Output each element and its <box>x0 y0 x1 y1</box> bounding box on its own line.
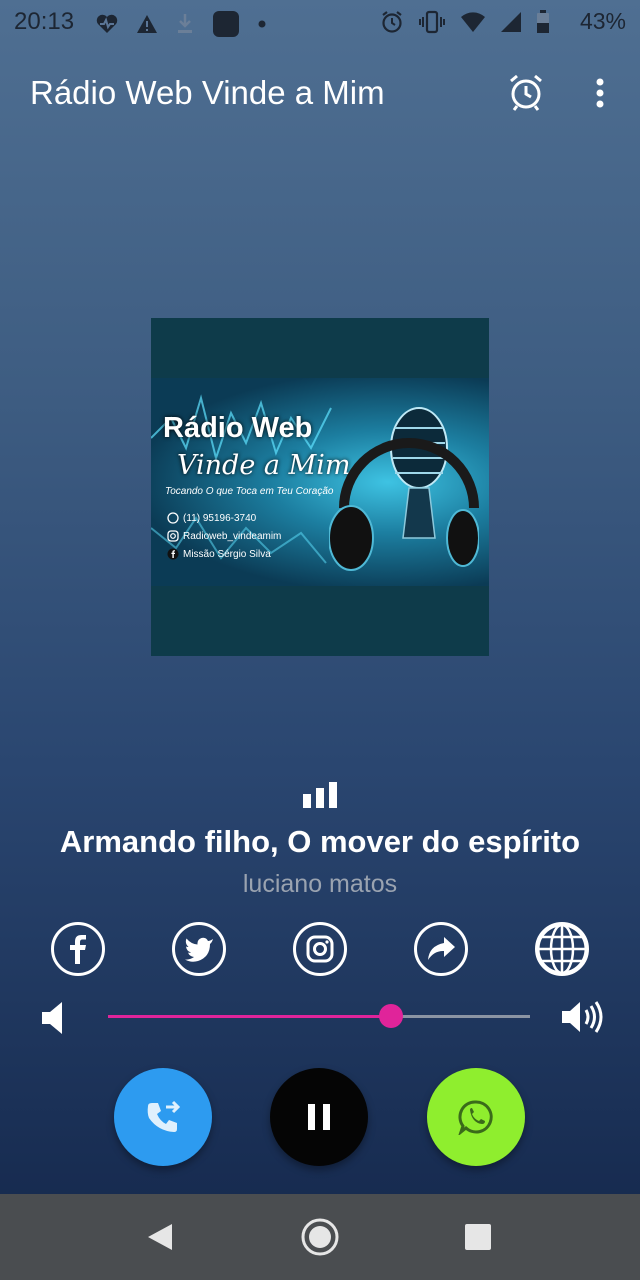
app-bar: Rádio Web Vinde a Mim <box>0 56 640 136</box>
pause-icon <box>308 1104 330 1130</box>
volume-up-icon[interactable] <box>560 999 604 1035</box>
cover-title-line2: Vinde a Mim <box>177 450 351 481</box>
website-button[interactable] <box>535 922 589 976</box>
globe-icon <box>536 923 588 975</box>
whatsapp-button[interactable] <box>427 1068 525 1166</box>
vibrate-icon <box>419 10 445 34</box>
alarm-clock-icon <box>510 74 542 111</box>
more-vert-icon <box>596 78 604 108</box>
equalizer-icon <box>303 782 337 808</box>
volume-slider-fill <box>108 1015 391 1018</box>
home-icon[interactable] <box>300 1217 340 1257</box>
instagram-small-icon <box>167 530 179 542</box>
cover-facebook: Missão Sérgio Silva <box>183 548 271 560</box>
battery-icon <box>537 10 549 33</box>
social-links <box>0 922 640 978</box>
cover-tagline: Tocando O que Toca em Teu Coração <box>165 486 334 497</box>
volume-slider-thumb[interactable] <box>378 1004 403 1028</box>
warning-icon <box>137 15 157 33</box>
pause-button[interactable] <box>270 1068 368 1166</box>
twitter-button[interactable] <box>172 922 226 976</box>
station-cover-image: Rádio Web Vinde a Mim Tocando O que Toca… <box>151 318 489 656</box>
cover-phone: (11) 95196-3740 <box>183 512 257 524</box>
cover-instagram: Radioweb_vindeamim <box>183 530 282 542</box>
instagram-icon <box>306 935 334 963</box>
volume-slider[interactable] <box>108 1004 530 1028</box>
overflow-menu-button[interactable] <box>588 74 612 114</box>
dot-icon <box>258 20 266 28</box>
app-title: Rádio Web Vinde a Mim <box>30 74 385 111</box>
cover-title-line1: Rádio Web <box>163 412 313 444</box>
heart-pulse-icon <box>96 14 118 33</box>
wifi-icon <box>461 12 485 32</box>
whatsapp-icon <box>458 1100 493 1135</box>
facebook-button[interactable] <box>51 922 105 976</box>
song-title: Armando filho, O mover do espírito <box>59 824 581 859</box>
recent-apps-icon[interactable] <box>465 1224 491 1250</box>
share-button[interactable] <box>414 922 468 976</box>
status-time: 20:13 <box>14 8 75 35</box>
status-bar: 20:13 43% <box>0 0 640 44</box>
alarm-button[interactable] <box>506 72 546 112</box>
microphone-headphones-icon <box>329 407 479 571</box>
app-notification-icon <box>213 11 239 37</box>
call-button[interactable] <box>114 1068 212 1166</box>
share-icon <box>428 937 455 960</box>
alarm-status-icon <box>382 11 402 33</box>
facebook-small-icon <box>167 548 179 560</box>
instagram-button[interactable] <box>293 922 347 976</box>
whatsapp-small-icon <box>167 512 179 524</box>
phone-forward-icon <box>147 1100 181 1132</box>
facebook-icon <box>70 935 86 964</box>
system-navigation-bar <box>0 1194 640 1280</box>
twitter-icon <box>185 937 213 962</box>
download-icon <box>178 14 192 33</box>
signal-icon <box>501 12 521 32</box>
battery-percentage: 43% <box>579 8 626 34</box>
volume-mute-side-icon[interactable] <box>40 1001 66 1035</box>
artist-name: luciano matos <box>242 870 398 898</box>
back-icon[interactable] <box>146 1222 174 1252</box>
station-logo: Rádio Web Vinde a Mim Tocando O que Toca… <box>151 378 489 586</box>
